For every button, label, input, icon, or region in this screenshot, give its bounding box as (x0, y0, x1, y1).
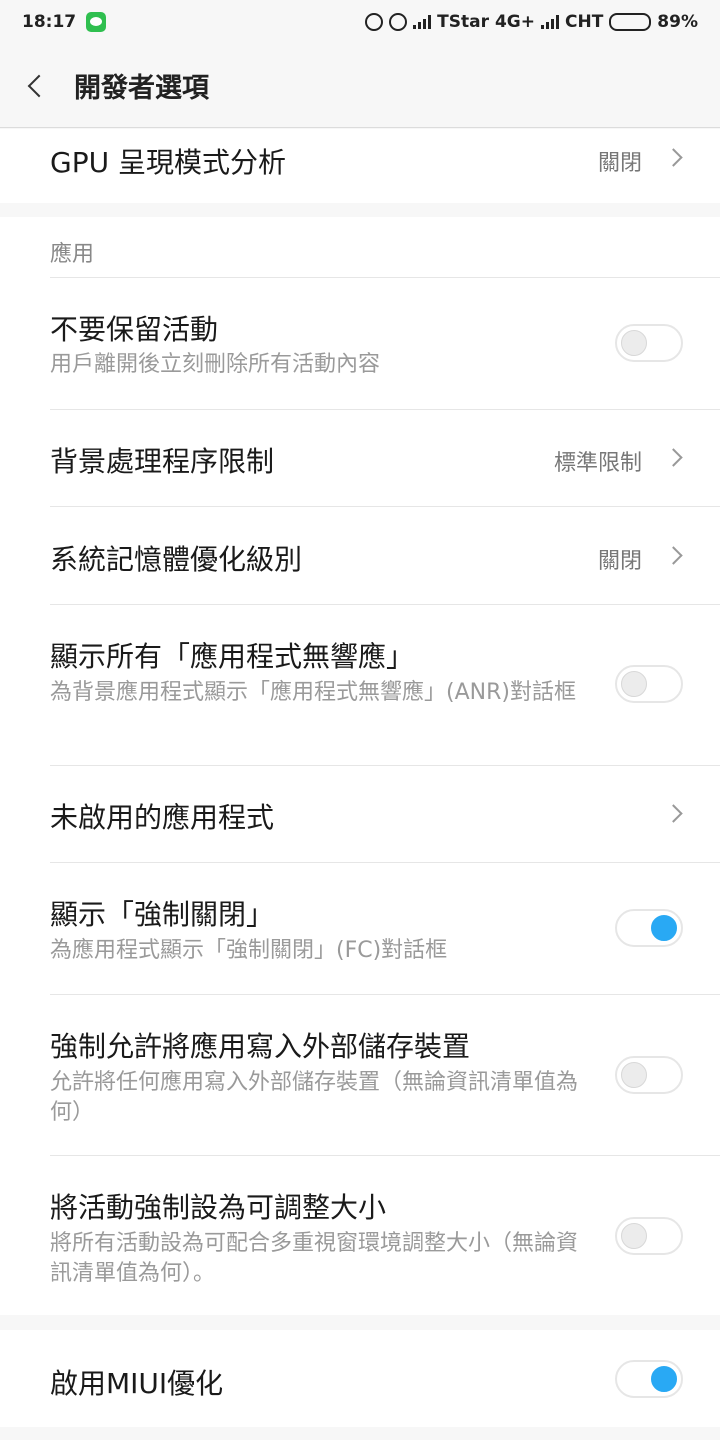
miui-optimization-toggle[interactable] (615, 1360, 683, 1398)
status-bar: 18:17 TStar 4G+ CHT 89% (0, 0, 720, 44)
show-all-anr-item[interactable]: 顯示所有「應用程式無響應」 為背景應用程式顯示「應用程式無響應」(ANR)對話框 (0, 605, 720, 765)
memory-optimization-item[interactable]: 系統記憶體優化級別 關閉 (0, 507, 720, 604)
force-resizable-label: 將活動強制設為可調整大小 (50, 1191, 387, 1224)
line-app-icon (86, 12, 107, 32)
title-bar: 開發者選項 (0, 44, 720, 128)
show-all-anr-toggle[interactable] (615, 665, 683, 703)
force-resizable-item[interactable]: 將活動強制設為可調整大小 將所有活動設為可配合多重視窗環境調整大小（無論資訊清單… (0, 1156, 720, 1315)
memory-optimization-value: 關閉 (597, 549, 642, 574)
background-process-limit-item[interactable]: 背景處理程序限制 標準限制 (0, 410, 720, 506)
memory-optimization-label: 系統記憶體優化級別 (50, 543, 303, 576)
back-arrow-icon (27, 74, 51, 97)
dont-keep-activities-desc: 用戶離開後立刻刪除所有活動內容 (50, 352, 381, 377)
show-force-close-desc: 為應用程式顯示「強制關閉」(FC)對話框 (50, 938, 448, 963)
status-indicators: TStar 4G+ CHT 89% (365, 12, 698, 32)
chevron-right-icon (664, 448, 683, 467)
battery-icon (609, 13, 652, 31)
dont-keep-activities-item[interactable]: 不要保留活動 用戶離開後立刻刪除所有活動內容 (0, 278, 720, 409)
force-external-storage-item[interactable]: 強制允許將應用寫入外部儲存裝置 允許將任何應用寫入外部儲存裝置（無論資訊清單值為… (0, 995, 720, 1155)
inactive-apps-item[interactable]: 未啟用的應用程式 (0, 766, 720, 862)
apps-card: 應用 不要保留活動 用戶離開後立刻刪除所有活動內容 背景處理程序限制 標準限制 … (0, 217, 720, 1315)
gpu-render-profile-item[interactable]: GPU 呈現模式分析 關閉 (0, 129, 720, 203)
force-resizable-toggle[interactable] (615, 1217, 683, 1255)
back-button[interactable] (0, 44, 74, 128)
section-title-apps: 應用 (50, 242, 95, 267)
show-force-close-item[interactable]: 顯示「強制關閉」 為應用程式顯示「強制關閉」(FC)對話框 (0, 863, 720, 994)
force-resizable-desc: 將所有活動設為可配合多重視窗環境調整大小（無論資訊清單值為何）。 (50, 1231, 579, 1286)
gpu-render-value: 關閉 (597, 151, 642, 176)
hotspot-icon (365, 13, 384, 31)
show-force-close-toggle[interactable] (615, 909, 683, 947)
carrier1-label: TStar (437, 12, 489, 32)
alarm-icon (389, 13, 408, 31)
network-type-label: 4G+ (494, 12, 535, 32)
show-force-close-label: 顯示「強制關閉」 (50, 898, 275, 931)
miui-card: 啟用MIUI優化 (0, 1330, 720, 1427)
page-title: 開發者選項 (74, 73, 209, 104)
gpu-card: GPU 呈現模式分析 關閉 (0, 129, 720, 203)
chevron-right-icon (664, 546, 683, 565)
signal-icon-2 (540, 15, 559, 29)
force-external-storage-toggle[interactable] (615, 1056, 683, 1094)
background-process-limit-label: 背景處理程序限制 (50, 445, 275, 478)
signal-icon (413, 15, 432, 29)
background-process-limit-value: 標準限制 (553, 451, 642, 476)
show-all-anr-label: 顯示所有「應用程式無響應」 (50, 640, 415, 673)
battery-percent: 89% (657, 12, 698, 32)
force-external-storage-label: 強制允許將應用寫入外部儲存裝置 (50, 1030, 471, 1063)
force-external-storage-desc: 允許將任何應用寫入外部儲存裝置（無論資訊清單值為何） (50, 1070, 579, 1125)
carrier2-label: CHT (564, 12, 604, 32)
show-all-anr-desc: 為背景應用程式顯示「應用程式無響應」(ANR)對話框 (50, 680, 576, 705)
dont-keep-activities-label: 不要保留活動 (50, 313, 219, 346)
chevron-right-icon (664, 148, 683, 167)
status-time: 18:17 (22, 12, 77, 32)
chevron-right-icon (664, 804, 683, 823)
inactive-apps-label: 未啟用的應用程式 (50, 801, 275, 834)
gpu-render-label: GPU 呈現模式分析 (50, 146, 286, 179)
miui-optimization-item[interactable]: 啟用MIUI優化 (0, 1330, 720, 1427)
dont-keep-activities-toggle[interactable] (615, 324, 683, 362)
miui-optimization-label: 啟用MIUI優化 (50, 1367, 224, 1400)
